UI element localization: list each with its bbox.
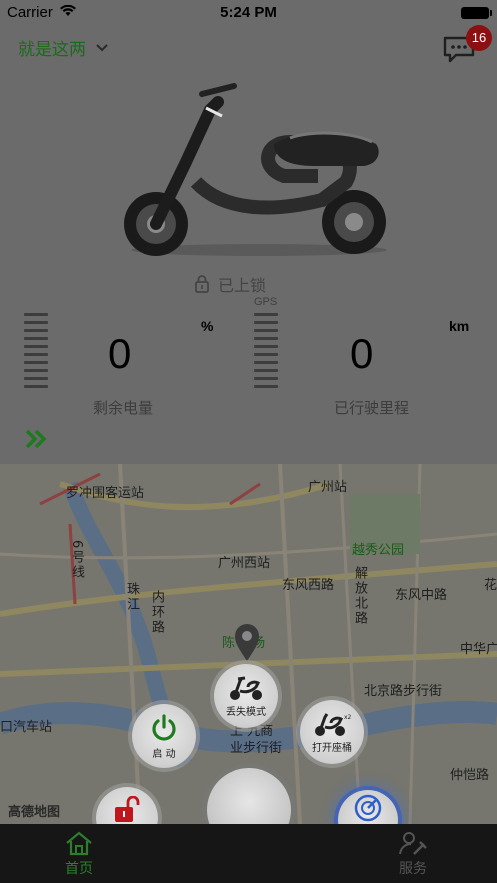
map-label: 罗冲围客运站 [66, 486, 145, 501]
battery-label: 剩余电量 [93, 399, 154, 417]
map-label: 口汽车站 [0, 720, 53, 735]
map-label: 业步行街 [230, 741, 283, 756]
map-label: 东风中路 [395, 588, 448, 603]
double-chevron-right-icon[interactable] [24, 428, 50, 450]
start-label: 启 动 [152, 748, 176, 760]
mileage-label: 已行驶里程 [334, 399, 410, 417]
tab-home-label: 首页 [65, 861, 93, 877]
battery-gauge [24, 313, 48, 393]
tab-bar: 首页 服务 [0, 824, 497, 883]
start-button[interactable]: 启 动 [132, 704, 196, 768]
open-seat-label: 打开座桶 [312, 742, 352, 754]
gps-label: GPS [254, 296, 278, 308]
chevron-down-icon [96, 43, 108, 51]
lock-status: 已上锁 [194, 272, 266, 296]
map-label: 6号线 [69, 540, 84, 581]
battery-value: 0 [108, 330, 132, 377]
scooter-image [124, 83, 387, 256]
open-seat-button[interactable]: x2 打开座桶 [300, 700, 364, 764]
svg-text:x2: x2 [344, 714, 351, 721]
map-label: 东风西路 [282, 578, 335, 593]
map-label: 花 [484, 578, 497, 593]
map-label: 越秀公园 [352, 543, 405, 558]
map-label: 珠江 [124, 582, 139, 612]
lost-mode-button[interactable]: 丢失模式 [214, 664, 278, 728]
map-label: 仲恺路 [450, 768, 490, 783]
battery-unit: % [201, 318, 214, 334]
tab-home[interactable]: 首页 [64, 830, 94, 878]
lock-status-text: 已上锁 [218, 276, 267, 295]
home-icon [66, 831, 92, 856]
tab-service-label: 服务 [399, 861, 427, 877]
unlock-icon [115, 795, 140, 822]
amap-logo: 高德地图 [8, 805, 61, 820]
status-bar: Carrier 5:24 PM [0, 0, 497, 26]
vehicle-name: 就是这两 [18, 40, 86, 60]
battery-icon [461, 7, 492, 19]
mileage-value: 0 [350, 330, 374, 377]
service-icon [399, 832, 427, 855]
scooter-icon [230, 676, 262, 700]
power-icon [152, 713, 176, 741]
lock-icon [195, 275, 209, 293]
map-label: 广州站 [308, 480, 348, 495]
status-time: 5:24 PM [220, 4, 277, 21]
location-pin-icon [235, 624, 259, 661]
map-label: 中华广 [460, 642, 497, 657]
tab-service[interactable]: 服务 [398, 830, 428, 878]
lost-mode-label: 丢失模式 [226, 706, 266, 718]
vehicle-selector[interactable]: 就是这两 [18, 35, 108, 60]
map-label: 广州西站 [218, 556, 271, 571]
mileage-unit: km [449, 318, 470, 334]
map-label: 北京路步行街 [364, 684, 443, 699]
radar-icon [354, 794, 382, 822]
mileage-gauge [254, 313, 278, 393]
seat-open-icon: x2 [315, 712, 351, 736]
map-label: 内环路 [149, 590, 164, 635]
map-label: 解放北路 [352, 566, 367, 626]
message-count-badge: 16 [466, 25, 492, 51]
